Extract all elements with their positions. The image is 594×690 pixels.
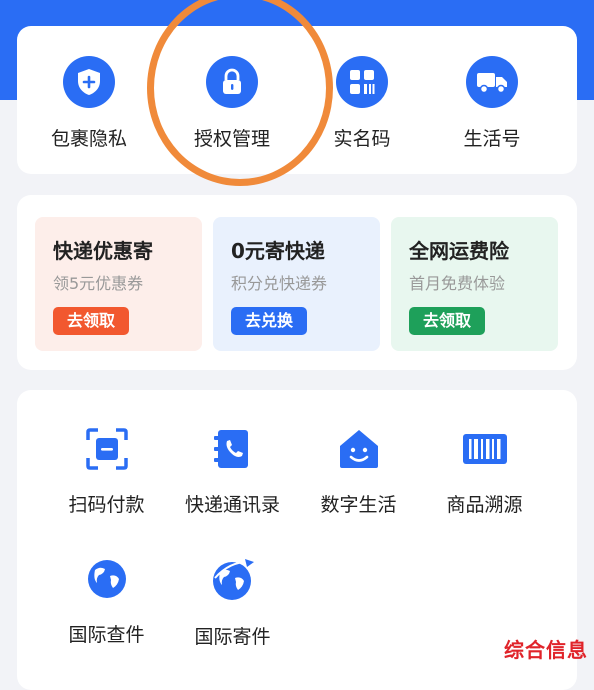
product-trace-label: 商品溯源 [446, 494, 523, 516]
real-name-code-item[interactable]: 实名码 [297, 56, 427, 151]
authorization-management-item[interactable]: 授权管理 [167, 56, 297, 151]
product-trace-item[interactable]: 商品溯源 [417, 428, 552, 517]
qr-grid-icon [336, 56, 388, 108]
digital-life-label: 数字生活 [320, 494, 397, 516]
promo-subtitle: 积分兑快递券 [231, 274, 328, 293]
promo-title: 全网运费险 [409, 239, 509, 263]
globe-plane-icon [212, 559, 254, 600]
promo-subtitle: 首月免费体验 [409, 274, 506, 293]
international-shipping-label: 国际寄件 [194, 626, 271, 648]
claim-button[interactable]: 去领取 [53, 307, 130, 335]
real-name-code-label: 实名码 [333, 128, 391, 150]
lock-icon [206, 56, 258, 108]
barcode-icon [462, 434, 507, 464]
globe-icon [87, 560, 126, 598]
scan-pay-icon [85, 428, 128, 470]
promo-title: 0元寄快递 [231, 239, 325, 263]
life-account-item[interactable]: 生活号 [427, 56, 557, 151]
digital-life-item[interactable]: 数字生活 [291, 428, 426, 517]
package-privacy-item[interactable]: 包裹隐私 [24, 56, 154, 151]
quick-access-card: 包裹隐私 授权管理 实名码 生活号 [17, 26, 577, 174]
shield-plus-icon [63, 56, 115, 108]
package-privacy-label: 包裹隐私 [50, 128, 127, 150]
services-card: 扫码付款 快递通讯录 数字生活 商品溯源 国际查件 国际寄件 [17, 390, 577, 690]
international-tracking-item[interactable]: 国际查件 [39, 558, 174, 647]
truck-icon [466, 56, 518, 108]
phone-book-icon [213, 430, 248, 468]
express-contacts-label: 快递通讯录 [184, 494, 280, 516]
claim-button[interactable]: 去领取 [409, 307, 486, 335]
scan-pay-label: 扫码付款 [68, 494, 145, 516]
promo-free-shipping[interactable]: 0元寄快递 积分兑快递券 去兑换 [213, 217, 380, 351]
redeem-button[interactable]: 去兑换 [231, 307, 308, 335]
smile-house-icon [339, 430, 378, 468]
authorization-management-label: 授权管理 [193, 128, 270, 150]
scan-pay-item[interactable]: 扫码付款 [39, 428, 174, 517]
promo-express-discount[interactable]: 快递优惠寄 领5元优惠券 去领取 [35, 217, 202, 351]
express-contacts-item[interactable]: 快递通讯录 [165, 428, 300, 517]
promo-card: 快递优惠寄 领5元优惠券 去领取 0元寄快递 积分兑快递券 去兑换 全网运费险 … [17, 195, 577, 370]
promo-subtitle: 领5元优惠券 [53, 274, 144, 293]
promo-title: 快递优惠寄 [53, 239, 153, 263]
international-shipping-item[interactable]: 国际寄件 [165, 558, 300, 649]
promo-freight-insurance[interactable]: 全网运费险 首月免费体验 去领取 [391, 217, 558, 351]
life-account-label: 生活号 [463, 128, 521, 150]
international-tracking-label: 国际查件 [68, 624, 145, 646]
watermark-text: 综合信息 [504, 638, 588, 662]
